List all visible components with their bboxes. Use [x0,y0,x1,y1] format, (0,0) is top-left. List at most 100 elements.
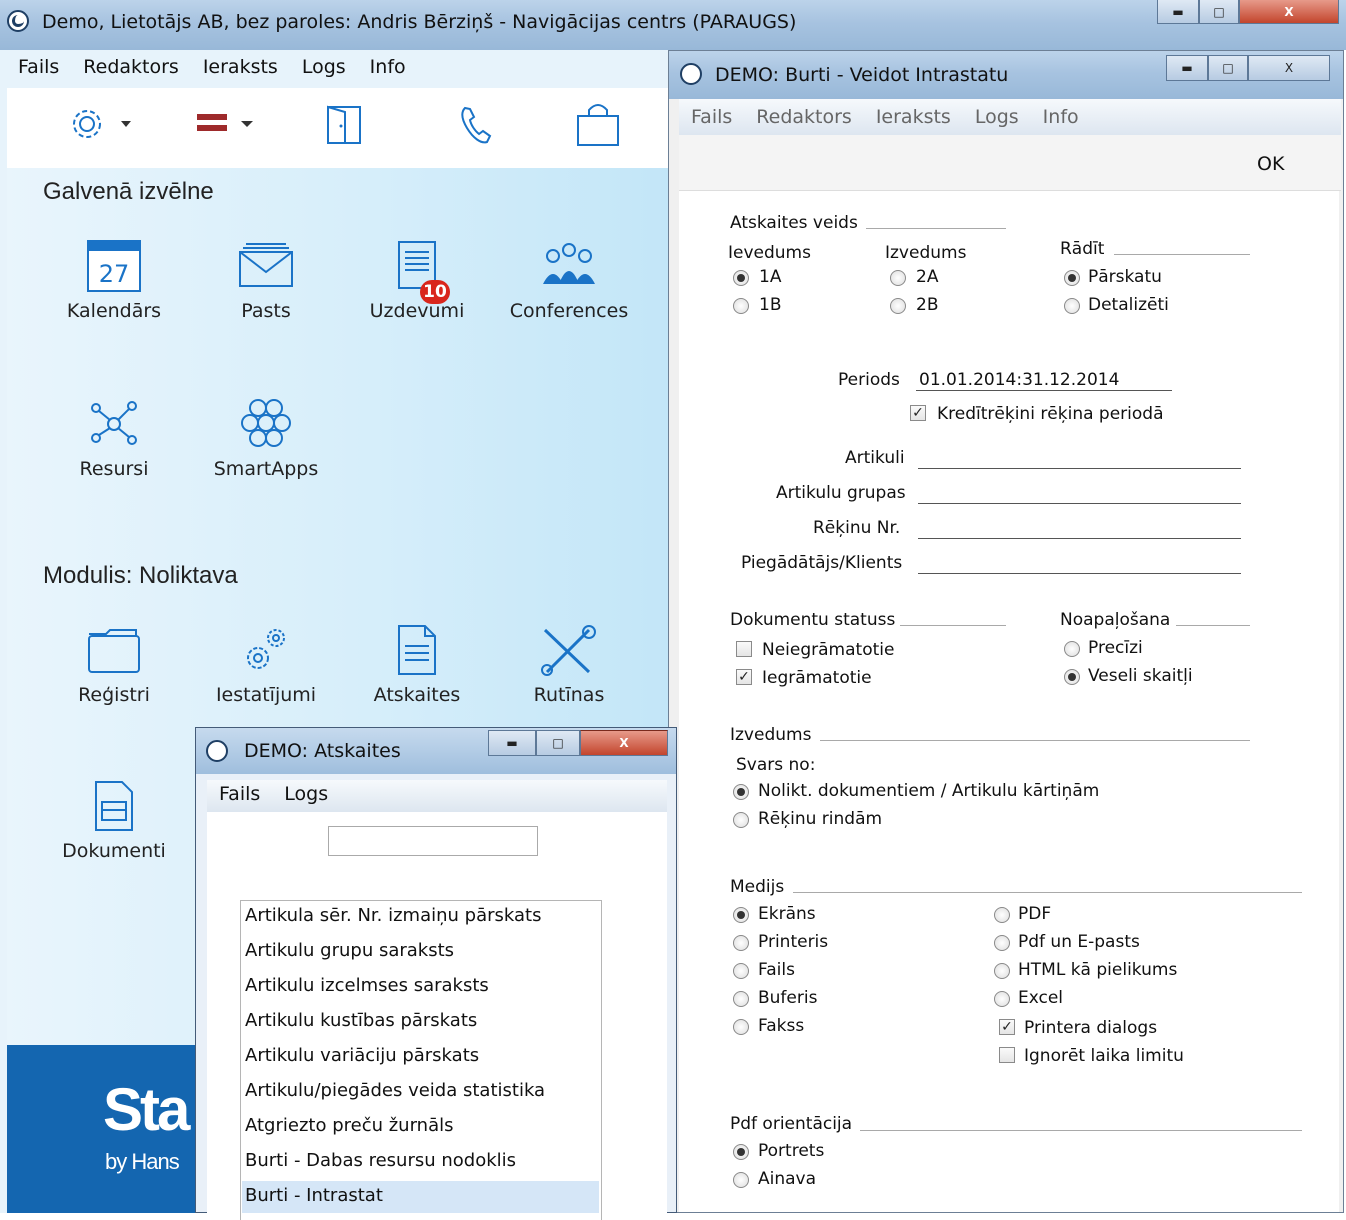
reports-titlebar[interactable]: DEMO: Atskaites ▬ □ X [196,728,676,774]
ok-button[interactable]: OK [1257,153,1284,175]
item-groups-field[interactable] [918,503,1241,504]
tile-reports[interactable]: Atskaites [342,624,492,706]
radio-landscape[interactable] [733,1172,749,1188]
tile-routines[interactable]: Rutīnas [494,624,644,706]
radio-media-printer[interactable] [733,935,749,951]
menu-info[interactable]: Info [370,56,406,78]
list-item-selected[interactable]: Burti - Intrastat [242,1181,599,1213]
tile-smartapps[interactable]: SmartApps [191,398,341,480]
maximize-button[interactable]: □ [1199,0,1239,24]
menu-logs[interactable]: Logs [975,106,1019,128]
invoice-no-field[interactable] [918,538,1241,539]
radio-2a[interactable] [890,270,906,286]
menu-redaktors[interactable]: Redaktors [756,106,852,128]
tile-tasks[interactable]: 10 Uzdevumi [342,240,492,322]
radio-exact[interactable] [1064,641,1080,657]
divider [793,892,1302,893]
menu-fails[interactable]: Fails [18,56,59,78]
report-document-icon [398,625,436,675]
menu-logs[interactable]: Logs [302,56,346,78]
menu-ieraksts[interactable]: Ieraksts [876,106,951,128]
list-item[interactable]: Artikula sēr. Nr. izmaiņu pārskats [242,901,599,933]
main-titlebar[interactable]: Demo, Lietotājs AB, bez paroles: Andris … [0,0,1346,50]
tile-registers[interactable]: Reģistri [39,624,189,706]
tile-settings[interactable]: Iestatījumi [191,624,341,706]
radio-integers[interactable] [1064,669,1080,685]
rounding-heading: Noapaļošana [1060,610,1171,630]
phone-icon[interactable] [457,104,497,148]
menu-fails[interactable]: Fails [219,783,260,805]
radio-detailed[interactable] [1064,298,1080,314]
list-item[interactable]: Burti - Dabas resursu nodoklis [242,1146,599,1178]
radio-media-html[interactable] [994,963,1010,979]
item-groups-label: Artikulu grupas [776,483,906,503]
supplier-field[interactable] [918,573,1241,574]
divider [900,625,1006,626]
radio-2b[interactable] [890,298,906,314]
radio-1a[interactable] [733,270,749,286]
radio-weight-docs-label: Nolikt. dokumentiem / Artikulu kārtiņām [758,781,1100,801]
intrastat-close-button[interactable]: X [1248,55,1330,81]
list-item[interactable]: Artikulu izcelmses saraksts [242,971,599,1003]
list-item[interactable]: Artikulu kustības pārskats [242,1006,599,1038]
credit-notes-checkbox[interactable]: ✓ [910,405,926,421]
radio-media-screen[interactable] [733,907,749,923]
language-flag-icon[interactable] [195,112,265,142]
radio-media-fax-label: Fakss [758,1016,805,1036]
radio-media-file[interactable] [733,963,749,979]
radio-media-pdf-email[interactable] [994,935,1010,951]
tile-resources[interactable]: Resursi [39,398,189,480]
reports-search-input[interactable] [328,826,538,856]
doc-status-heading: Dokumentu statuss [730,610,896,630]
radio-media-pdf-email-label: Pdf un E-pasts [1018,932,1140,952]
radio-weight-invoices-label: Rēķinu rindām [758,809,883,829]
printer-dialog-checkbox[interactable]: ✓ [999,1019,1015,1035]
items-label: Artikuli [845,448,905,468]
radio-weight-docs[interactable] [733,784,749,800]
items-field[interactable] [918,468,1241,469]
radio-overview[interactable] [1064,270,1080,286]
shopping-bag-icon[interactable] [575,102,623,148]
intrastat-minimize-button[interactable]: ▬ [1166,55,1208,81]
reports-menubar: Fails Logs [207,780,667,812]
radio-media-printer-label: Printeris [758,932,829,952]
menu-ieraksts[interactable]: Ieraksts [203,56,278,78]
radio-1b[interactable] [733,298,749,314]
radio-media-fax[interactable] [733,1019,749,1035]
period-field[interactable]: 01.01.2014:31.12.2014 [919,370,1119,390]
minimize-button[interactable]: ▬ [1157,0,1199,24]
registered-checkbox[interactable]: ✓ [736,669,752,685]
list-item[interactable]: Atgriezto preču žurnāls [242,1111,599,1143]
tile-mail[interactable]: Pasts [191,240,341,322]
tile-conferences[interactable]: Conferences [494,240,644,322]
reports-maximize-button[interactable]: □ [536,730,580,756]
ignore-time-checkbox[interactable] [999,1047,1015,1063]
radio-portrait[interactable] [733,1144,749,1160]
divider [1114,254,1250,255]
tile-calendar-label: Kalendārs [66,300,162,322]
tile-calendar[interactable]: 27 Kalendārs [39,240,189,322]
radio-media-excel[interactable] [994,991,1010,1007]
settings-dropdown-icon[interactable] [67,106,137,146]
radio-weight-invoices[interactable] [733,812,749,828]
intrastat-titlebar[interactable]: DEMO: Burti - Veidot Intrastatu ▬ □ X [669,51,1343,99]
intrastat-maximize-button[interactable]: □ [1208,55,1248,81]
period-label: Periods [838,370,900,390]
radio-media-clipboard[interactable] [733,991,749,1007]
reports-close-button[interactable]: X [580,730,668,756]
tile-documents[interactable]: Dokumenti [39,780,189,862]
door-exit-icon[interactable] [325,104,365,148]
unregistered-checkbox[interactable] [736,641,752,657]
list-item[interactable]: Artikulu grupu saraksts [242,936,599,968]
list-item[interactable]: Artikulu/piegādes veida statistika [242,1076,599,1108]
reports-list: Artikula sēr. Nr. izmaiņu pārskats Artik… [240,900,602,1220]
menu-info[interactable]: Info [1043,106,1079,128]
list-item[interactable]: Artikulu variāciju pārskats [242,1041,599,1073]
radio-media-pdf-label: PDF [1018,904,1052,924]
menu-logs[interactable]: Logs [284,783,328,805]
close-button[interactable]: X [1239,0,1339,24]
reports-minimize-button[interactable]: ▬ [488,730,536,756]
menu-redaktors[interactable]: Redaktors [83,56,179,78]
menu-fails[interactable]: Fails [691,106,732,128]
radio-media-pdf[interactable] [994,907,1010,923]
